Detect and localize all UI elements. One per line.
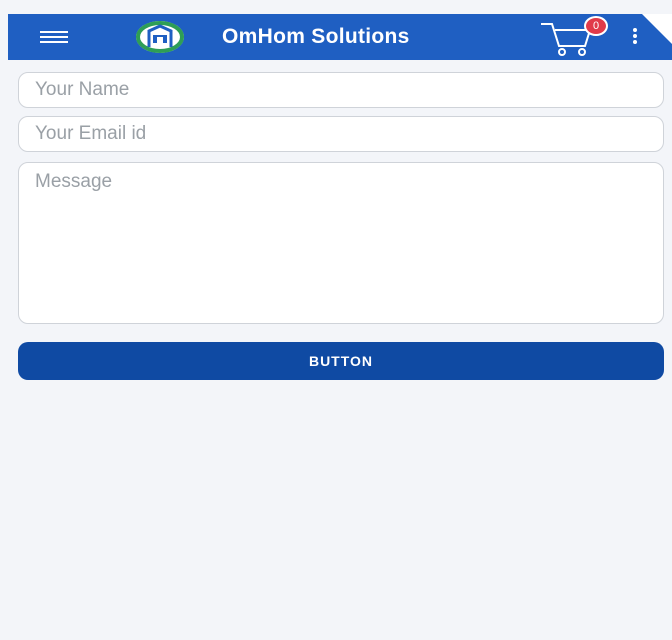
corner-fold — [642, 14, 672, 44]
cart-count-badge: 0 — [584, 16, 608, 36]
app-bar: OmHom Solutions 0 — [8, 14, 672, 60]
app-title: OmHom Solutions — [222, 25, 410, 48]
hamburger-menu-icon[interactable] — [40, 31, 68, 43]
more-vert-icon[interactable] — [632, 28, 638, 46]
message-input[interactable]: Message — [18, 162, 664, 324]
name-input[interactable]: Your Name — [18, 72, 664, 108]
email-input[interactable]: Your Email id — [18, 116, 664, 152]
omhom-logo — [136, 21, 184, 53]
submit-button[interactable]: BUTTON — [18, 342, 664, 380]
shopping-cart-icon[interactable]: 0 — [538, 16, 608, 58]
